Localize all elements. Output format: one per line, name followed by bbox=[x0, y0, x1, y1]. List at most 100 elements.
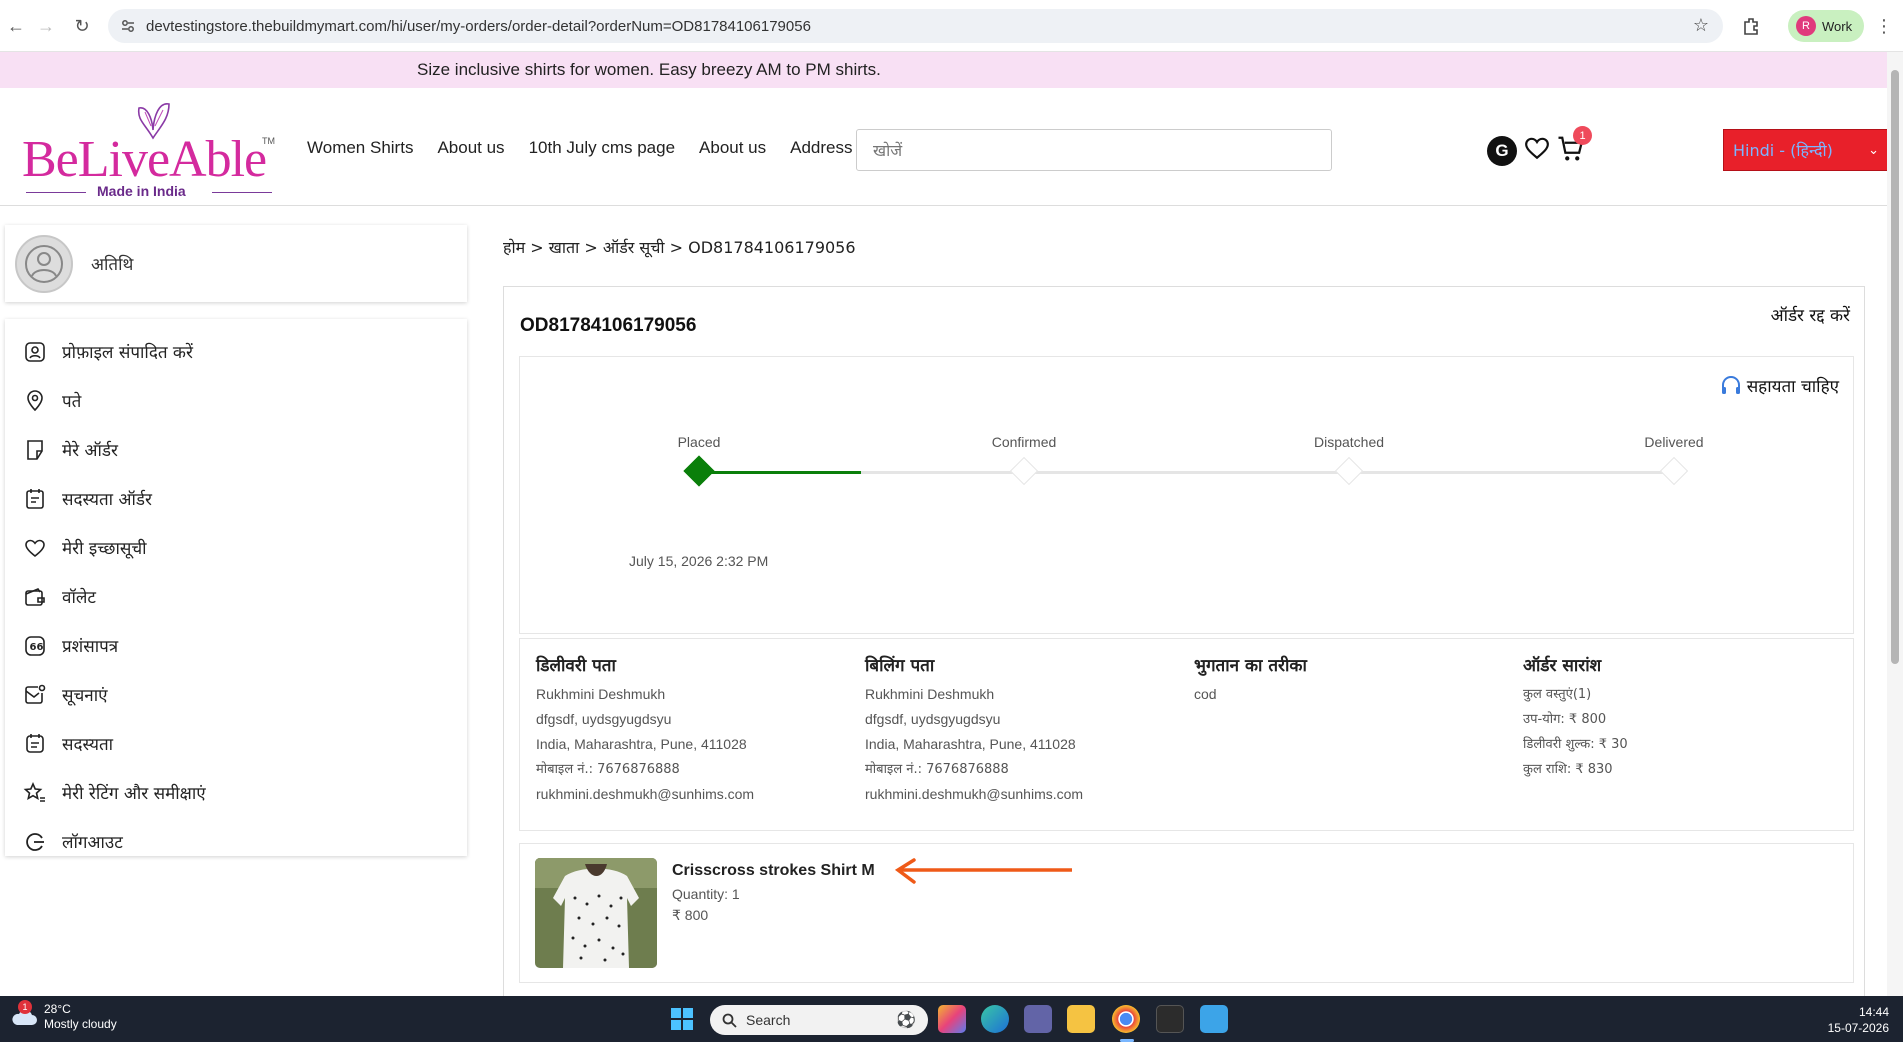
step-label-placed: Placed bbox=[677, 434, 721, 450]
breadcrumb[interactable]: होम > खाता > ऑर्डर सूची > OD817841061790… bbox=[503, 236, 856, 258]
star-review-icon bbox=[23, 781, 45, 802]
chevron-down-icon: ⌄ bbox=[1868, 142, 1879, 158]
order-summary-title: ऑर्डर सारांश bbox=[1523, 656, 1602, 676]
summary-subtotal: उप-योग: ₹ 800 bbox=[1523, 712, 1607, 727]
product-image[interactable] bbox=[535, 858, 657, 968]
site-info-icon[interactable] bbox=[120, 18, 136, 34]
profile-card: अतिथि bbox=[5, 225, 467, 302]
back-icon[interactable]: ← bbox=[4, 14, 28, 38]
extensions-icon[interactable] bbox=[1741, 16, 1761, 36]
step-marker-confirmed bbox=[1009, 456, 1039, 486]
product-name[interactable]: Crisscross strokes Shirt M bbox=[672, 862, 875, 880]
copilot-icon[interactable] bbox=[938, 1005, 966, 1033]
sidebar-item-logout[interactable]: लॉगआउट bbox=[5, 817, 467, 866]
sidebar-item-ratings-reviews[interactable]: मेरी रेटिंग और समीक्षाएं bbox=[5, 768, 467, 817]
profile-button[interactable]: R Work bbox=[1788, 10, 1864, 42]
product-price: ₹ 800 bbox=[672, 907, 709, 923]
nav-about-us-2[interactable]: About us bbox=[699, 138, 766, 158]
profile-label: Work bbox=[1822, 18, 1853, 34]
taskbar-search-label: Search bbox=[746, 1012, 791, 1028]
terminal-app-icon[interactable] bbox=[1156, 1005, 1184, 1033]
step-label-delivered: Delivered bbox=[1644, 434, 1704, 450]
scrollbar-thumb[interactable] bbox=[1891, 70, 1899, 664]
search-icon bbox=[722, 1013, 737, 1028]
sidebar-item-membership[interactable]: सदस्यता bbox=[5, 719, 467, 768]
promo-banner: Size inclusive shirts for women. Easy br… bbox=[0, 52, 1887, 88]
wishlist-heart-icon[interactable] bbox=[1524, 135, 1550, 161]
language-select[interactable]: Hindi - (हिन्दी) ⌄ bbox=[1723, 129, 1892, 171]
teams-icon[interactable] bbox=[1024, 1005, 1052, 1033]
order-detail-panel: OD81784106179056 ऑर्डर रद्द करें सहायता … bbox=[503, 286, 1865, 1006]
nav-address[interactable]: Address bbox=[790, 138, 852, 158]
sidebar-item-my-orders[interactable]: मेरे ऑर्डर bbox=[5, 425, 467, 474]
sidebar-item-edit-profile[interactable]: प्रोफ़ाइल संपादित करें bbox=[5, 327, 467, 376]
browser-menu-icon[interactable]: ⋮ bbox=[1872, 14, 1896, 38]
search-input[interactable] bbox=[856, 129, 1332, 171]
sidebar-item-subscription-orders[interactable]: सदस्यता ऑर्डर bbox=[5, 474, 467, 523]
system-clock[interactable]: 14:44 15-07-2026 bbox=[1828, 1004, 1889, 1036]
logout-icon bbox=[26, 832, 44, 851]
browser-toolbar: ← → ↻ devtestingstore.thebuildmymart.com… bbox=[0, 0, 1903, 52]
taskbar-search[interactable]: Search ⚽ bbox=[710, 1005, 928, 1035]
svg-text:66: 66 bbox=[30, 642, 44, 653]
summary-total: कुल राशि: ₹ 830 bbox=[1523, 762, 1613, 777]
billing-address-title: बिलिंग पता bbox=[865, 656, 935, 676]
billing-name: Rukhmini Deshmukh bbox=[865, 686, 995, 702]
nav-women-shirts[interactable]: Women Shirts bbox=[307, 138, 413, 158]
site-header: BeLiveAble TM Made in India Women Shirts… bbox=[0, 88, 1892, 206]
step-marker-dispatched bbox=[1334, 456, 1364, 486]
url-text: devtestingstore.thebuildmymart.com/hi/us… bbox=[146, 17, 811, 35]
nav-cms-page[interactable]: 10th July cms page bbox=[529, 138, 675, 158]
promo-text: Size inclusive shirts for women. Easy br… bbox=[417, 60, 881, 79]
product-photo bbox=[535, 858, 657, 968]
file-explorer-icon[interactable] bbox=[1067, 1005, 1095, 1033]
delivery-email: rukhmini.deshmukh@sunhims.com bbox=[536, 786, 755, 802]
help-button[interactable]: सहायता चाहिए bbox=[1719, 373, 1839, 397]
progress-fill bbox=[699, 471, 861, 474]
cancel-order-button[interactable]: ऑर्डर रद्द करें bbox=[1771, 303, 1850, 326]
delivery-line2: India, Maharashtra, Pune, 411028 bbox=[536, 736, 747, 752]
delivery-address-title: डिलीवरी पता bbox=[536, 656, 616, 676]
delivery-line1: dfgsdf, uydsgyugdsyu bbox=[536, 711, 672, 727]
clock-time: 14:44 bbox=[1858, 1005, 1889, 1019]
logo-tagline: Made in India bbox=[97, 183, 186, 199]
brand-logo[interactable]: BeLiveAble TM Made in India bbox=[22, 96, 277, 199]
sidebar-item-testimonials[interactable]: 66 प्रशंसापत्र bbox=[5, 621, 467, 670]
sidebar-item-label: वॉलेट bbox=[62, 588, 96, 608]
forward-icon[interactable]: → bbox=[34, 14, 58, 38]
orders-icon bbox=[27, 439, 43, 460]
annotation-arrow-icon bbox=[894, 858, 1072, 884]
order-item: Crisscross strokes Shirt M Quantity: 1 ₹… bbox=[519, 843, 1854, 983]
page-scrollbar[interactable] bbox=[1887, 52, 1903, 996]
windows-start-icon[interactable] bbox=[670, 1007, 694, 1031]
account-icon[interactable]: G bbox=[1487, 136, 1517, 166]
nav-about-us[interactable]: About us bbox=[437, 138, 504, 158]
sidebar-item-wallet[interactable]: वॉलेट bbox=[5, 572, 467, 621]
order-tracker: सहायता चाहिए Placed Confirmed Dispatched… bbox=[519, 356, 1854, 634]
clock-date: 15-07-2026 bbox=[1827, 1021, 1889, 1035]
reload-icon[interactable]: ↻ bbox=[70, 14, 94, 38]
payment-method-value: cod bbox=[1194, 686, 1217, 702]
sidebar-item-wishlist[interactable]: मेरी इच्छासूची bbox=[5, 523, 467, 572]
billing-address: बिलिंग पता Rukhmini Deshmukh dfgsdf, uyd… bbox=[865, 653, 1083, 807]
edge-browser-icon[interactable] bbox=[981, 1005, 1009, 1033]
bookmark-star-icon[interactable]: ☆ bbox=[1693, 15, 1709, 36]
sidebar-item-addresses[interactable]: पते bbox=[5, 376, 467, 425]
step-marker-delivered bbox=[1659, 456, 1689, 486]
address-bar[interactable]: devtestingstore.thebuildmymart.com/hi/us… bbox=[108, 9, 1723, 43]
sidebar-item-label: सदस्यता bbox=[62, 735, 114, 755]
cart-count-badge: 1 bbox=[1573, 126, 1592, 145]
payment-method: भुगतान का तरीका cod bbox=[1194, 653, 1307, 707]
profile-name: अतिथि bbox=[91, 255, 134, 275]
delivery-mobile: मोबाइल नं.: 7676876888 bbox=[536, 762, 680, 777]
sidebar-item-label: मेरी रेटिंग और समीक्षाएं bbox=[62, 784, 206, 804]
weather-widget[interactable]: 1 28°C Mostly cloudy bbox=[10, 1000, 117, 1032]
location-pin-icon bbox=[27, 389, 43, 411]
main-nav: Women Shirts About us 10th July cms page… bbox=[307, 138, 853, 158]
sidebar-item-notifications[interactable]: सूचनाएं bbox=[5, 670, 467, 719]
soccer-ball-icon: ⚽ bbox=[896, 1012, 916, 1029]
order-summary: ऑर्डर सारांश कुल वस्तुएं(1) उप-योग: ₹ 80… bbox=[1523, 653, 1628, 782]
chrome-browser-icon[interactable] bbox=[1112, 1005, 1140, 1033]
notepad-icon[interactable] bbox=[1200, 1005, 1228, 1033]
order-id: OD81784106179056 bbox=[520, 315, 697, 336]
